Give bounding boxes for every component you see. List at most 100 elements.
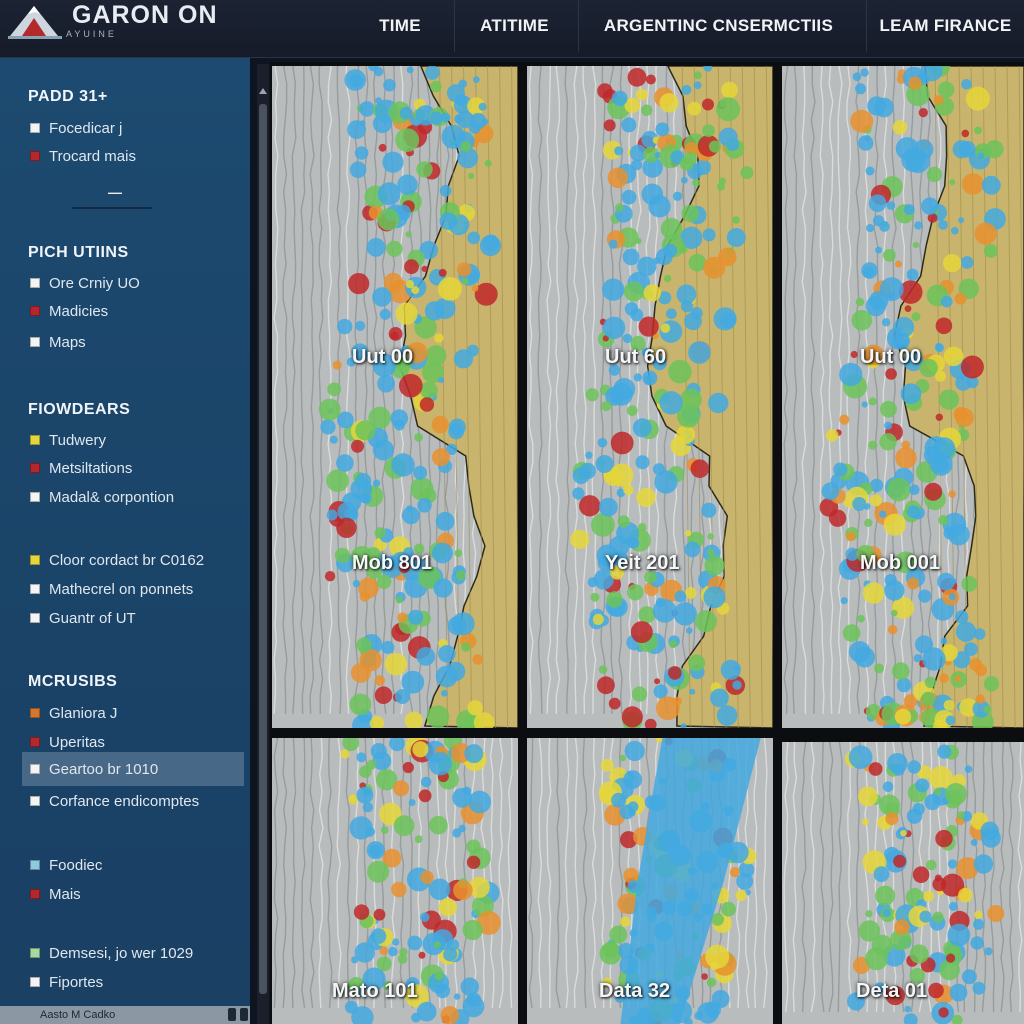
heat-blob bbox=[874, 663, 884, 674]
heat-blob bbox=[420, 870, 434, 884]
legend-swatch bbox=[30, 613, 40, 623]
heat-blob bbox=[597, 437, 608, 448]
heat-blob bbox=[924, 482, 943, 501]
sidebar-footer: Aasto M Cadko bbox=[0, 1006, 250, 1024]
heat-blob bbox=[383, 78, 396, 92]
sidebar-item[interactable]: Madal& corpontion bbox=[22, 483, 244, 511]
heat-blob bbox=[685, 529, 692, 537]
map-panel[interactable]: Mato 101 bbox=[272, 738, 518, 1024]
heat-blob bbox=[939, 959, 960, 981]
heat-blob bbox=[474, 282, 498, 306]
heat-blob bbox=[451, 612, 475, 636]
heat-blob bbox=[420, 381, 438, 400]
heat-blob bbox=[395, 128, 420, 152]
sidebar-item-label: Metsiltations bbox=[49, 459, 133, 477]
nav-leam-firance[interactable]: LEAM FIRANCE bbox=[866, 0, 1024, 52]
sidebar-item[interactable]: Glaniora J bbox=[22, 699, 244, 727]
sidebar-item[interactable]: Madicies bbox=[22, 297, 244, 325]
sidebar-item-selected[interactable]: Geartoo br 1010 bbox=[22, 752, 244, 786]
scroll-thumb[interactable] bbox=[259, 104, 267, 994]
sidebar-item[interactable]: Mais bbox=[22, 880, 244, 908]
heat-blob bbox=[626, 405, 638, 416]
heat-blob bbox=[348, 273, 370, 295]
heat-blob bbox=[630, 308, 644, 322]
sidebar-item[interactable]: Guantr of UT bbox=[22, 604, 244, 632]
heat-blob bbox=[693, 81, 702, 90]
sidebar-item[interactable]: Ore Crniy UO bbox=[22, 269, 244, 297]
heat-blob bbox=[961, 969, 977, 985]
sidebar-item[interactable]: Demsesi, jo wer 1029 bbox=[22, 939, 244, 967]
map-panel[interactable]: Deta 01 bbox=[782, 742, 1024, 1024]
heat-blob bbox=[393, 780, 410, 797]
heat-blob bbox=[621, 117, 637, 133]
heat-blob bbox=[663, 274, 672, 283]
heat-blob bbox=[946, 953, 956, 963]
map-panel[interactable]: Data 32 bbox=[527, 738, 773, 1024]
heat-blob bbox=[884, 580, 905, 601]
heat-blob bbox=[431, 415, 449, 434]
sidebar-item[interactable]: Mathecrel on ponnets bbox=[22, 575, 244, 603]
map-panel[interactable]: Uut 00 Mob 801 bbox=[272, 66, 518, 728]
heat-blob bbox=[686, 627, 693, 634]
sidebar-scrollbar[interactable] bbox=[257, 64, 269, 1024]
heat-blob bbox=[660, 323, 671, 334]
top-header: GARON ON AYUINE TIME ATITIME ARGENTINC C… bbox=[0, 0, 1024, 58]
heat-blob bbox=[326, 509, 338, 521]
heat-blob bbox=[635, 455, 650, 470]
heat-blob bbox=[940, 295, 953, 308]
heat-blob bbox=[868, 194, 887, 213]
lock-icon[interactable] bbox=[228, 1008, 236, 1021]
heat-blob bbox=[456, 262, 472, 277]
sidebar-item[interactable]: Corfance endicomptes bbox=[22, 787, 244, 815]
heat-blob bbox=[911, 312, 921, 322]
sidebar-item-label: Cloor cordact br C0162 bbox=[49, 551, 205, 569]
sidebar-item[interactable]: Metsiltations bbox=[22, 454, 244, 482]
heat-blob bbox=[460, 141, 472, 152]
sidebar-item[interactable]: Maps bbox=[22, 328, 244, 356]
sidebar: PADD 31+ Focedicar j Trocard mais — PICH… bbox=[0, 58, 250, 1024]
heat-blob bbox=[955, 408, 974, 427]
nav-argentinc[interactable]: ARGENTINC CNSERMCTIIS bbox=[578, 0, 858, 52]
heat-blob bbox=[421, 265, 428, 272]
map-panel[interactable]: Uut 00 Mob 001 bbox=[782, 66, 1024, 728]
heat-blob bbox=[600, 758, 614, 772]
heat-blob bbox=[432, 542, 453, 564]
heat-blob bbox=[906, 268, 919, 281]
heat-blob bbox=[434, 970, 444, 981]
map-panel-label-bottom: Mob 801 bbox=[352, 552, 433, 574]
menu-icon[interactable] bbox=[240, 1008, 248, 1021]
heat-blob bbox=[973, 918, 985, 930]
heat-blob bbox=[439, 212, 458, 231]
heat-blob bbox=[622, 248, 640, 266]
heat-blob bbox=[918, 108, 928, 118]
heat-blob bbox=[935, 317, 953, 335]
heat-blob bbox=[439, 184, 452, 197]
heatmap-map bbox=[782, 66, 1024, 728]
heat-blob bbox=[865, 910, 873, 918]
sidebar-item-label: Trocard mais bbox=[49, 147, 136, 165]
map-panel[interactable]: Uut 60 Yeit 201 bbox=[527, 66, 773, 728]
sidebar-item[interactable]: Focedicar j bbox=[22, 114, 244, 142]
sidebar-item[interactable]: Cloor cordact br C0162 bbox=[22, 546, 244, 574]
legend-swatch bbox=[30, 737, 40, 747]
sidebar-item[interactable]: Trocard mais bbox=[22, 142, 244, 170]
sidebar-item[interactable]: Fiportes bbox=[22, 968, 244, 996]
heat-blob bbox=[435, 511, 455, 531]
heat-blob bbox=[382, 151, 404, 173]
heat-blob bbox=[924, 676, 937, 688]
sidebar-item[interactable]: Tudwery bbox=[22, 426, 244, 454]
nav-time[interactable]: TIME bbox=[355, 0, 445, 52]
legend-swatch bbox=[30, 796, 40, 806]
heat-blob bbox=[892, 764, 905, 776]
sidebar-item-label: Madal& corpontion bbox=[49, 488, 175, 506]
heat-blob bbox=[726, 228, 746, 247]
sidebar-item[interactable]: Foodiec bbox=[22, 851, 244, 879]
heat-blob bbox=[419, 912, 430, 922]
scroll-up-arrow-icon[interactable] bbox=[259, 88, 267, 94]
heat-blob bbox=[981, 175, 1001, 195]
heat-blob bbox=[688, 654, 706, 672]
heat-blob bbox=[900, 383, 922, 405]
nav-atitime[interactable]: ATITIME bbox=[454, 0, 574, 52]
heat-blob bbox=[372, 479, 381, 487]
heat-blob bbox=[402, 506, 420, 525]
